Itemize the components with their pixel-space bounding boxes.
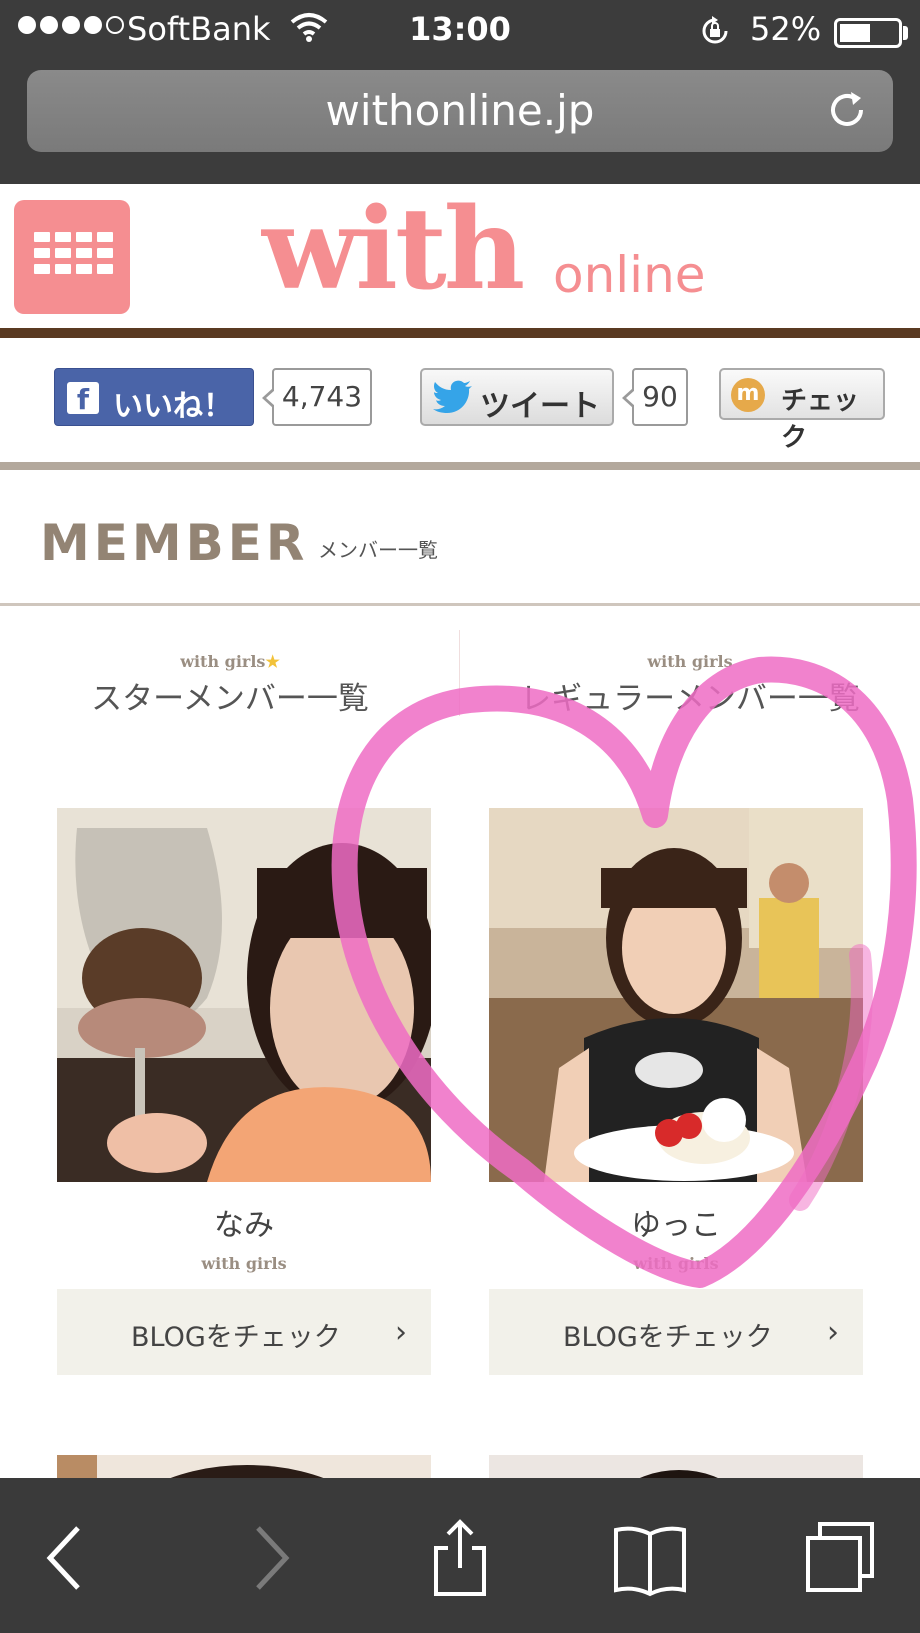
social-divider [0, 462, 920, 470]
battery-icon [834, 18, 902, 48]
site-header: with online [0, 184, 920, 330]
star-icon: ★ [265, 652, 280, 671]
check-blog-button[interactable]: BLOGをチェック › [57, 1289, 431, 1375]
member-card: ゆっこ with girls BLOGをチェック › [489, 808, 863, 1375]
chevron-right-icon: › [827, 1315, 839, 1350]
mixi-check-button[interactable]: m チェック [719, 368, 885, 453]
tab-star-members[interactable]: with girls★ スターメンバー一覧 [0, 630, 460, 717]
header-divider [0, 328, 920, 338]
member-card: なみ with girls BLOGをチェック › [57, 808, 431, 1375]
logo-with[interactable]: with [262, 194, 525, 306]
social-share-row: f いいね！ 4,743 ツイート 90 m チェック [0, 338, 920, 463]
address-bar[interactable]: withonline.jp [27, 70, 893, 152]
facebook-icon: f [67, 382, 99, 416]
section-subtitle: メンバー一覧 [318, 538, 438, 562]
tweet-count: 90 [622, 368, 688, 426]
tabs-icon[interactable] [800, 1518, 880, 1598]
screen: SoftBank 13:00 52% withonline.jp with on… [0, 0, 920, 1633]
back-icon[interactable] [28, 1518, 108, 1598]
with-girls-label: with girls [201, 1254, 287, 1273]
with-girls-label: with girls [633, 1254, 719, 1273]
twitter-bird-icon [433, 380, 472, 413]
forward-icon[interactable] [228, 1518, 308, 1598]
reload-icon[interactable] [825, 88, 869, 132]
member-section-header: MEMBER メンバー一覧 [0, 470, 920, 606]
section-divider [0, 603, 920, 606]
facebook-like-button[interactable]: f いいね！ [54, 368, 254, 426]
tab-label: レギュラーメンバー一覧 [520, 681, 860, 717]
tweet-button[interactable]: ツイート [420, 368, 614, 426]
mixi-icon: m [731, 378, 765, 412]
url-text: withonline.jp [325, 86, 595, 135]
bookmarks-icon[interactable] [610, 1518, 690, 1598]
member-tabs: with girls★ スターメンバー一覧 with girls レギュラーメン… [0, 630, 920, 730]
tab-regular-members[interactable]: with girls レギュラーメンバー一覧 [460, 630, 920, 717]
member-photo[interactable] [57, 808, 431, 1182]
member-name[interactable]: なみ [57, 1200, 431, 1243]
battery-percent: 52% [750, 10, 822, 48]
facebook-like-count: 4,743 [262, 368, 372, 426]
status-bar: SoftBank 13:00 52% [0, 8, 920, 52]
member-photo[interactable] [489, 808, 863, 1182]
section-title: MEMBER [40, 514, 309, 572]
rotation-lock-icon [702, 16, 728, 44]
member-name[interactable]: ゆっこ [489, 1200, 863, 1243]
grid-menu-icon [34, 232, 113, 274]
share-icon[interactable] [420, 1518, 500, 1598]
browser-toolbar [0, 1478, 920, 1633]
tab-label: スターメンバー一覧 [91, 681, 369, 717]
menu-button[interactable] [14, 200, 130, 314]
chevron-right-icon: › [395, 1315, 407, 1350]
check-blog-button[interactable]: BLOGをチェック › [489, 1289, 863, 1375]
logo-online[interactable]: online [553, 250, 706, 300]
browser-chrome: SoftBank 13:00 52% withonline.jp [0, 0, 920, 184]
